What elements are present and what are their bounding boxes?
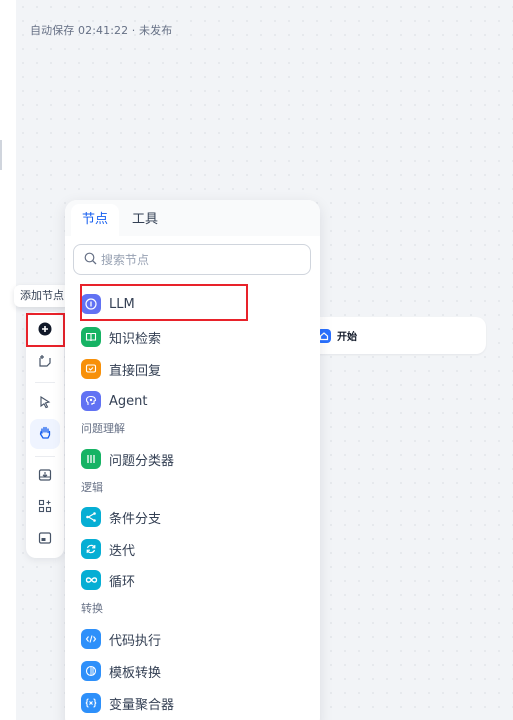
node-item-label: 问题分类器 (109, 453, 175, 469)
add-node-highlight (26, 313, 65, 347)
toolbar-divider (35, 456, 55, 457)
search-box[interactable] (73, 244, 311, 275)
node-item-label: 变量聚合器 (109, 697, 175, 713)
search-input[interactable] (101, 252, 301, 267)
tab-tools[interactable]: 工具 (123, 204, 167, 236)
node-item-knowledge-retrieval[interactable]: 知识检索 (81, 324, 301, 350)
add-node-tooltip: 添加节点 (14, 285, 70, 307)
panel-tabs: 节点 工具 (65, 200, 320, 236)
node-item-iteration[interactable]: 迭代 (81, 536, 301, 562)
node-item-template-transform[interactable]: 模板转换 (81, 658, 301, 684)
node-item-label: 循环 (109, 574, 136, 590)
node-item-label: 代码执行 (109, 633, 162, 649)
hand-mode-button[interactable] (30, 419, 60, 449)
llm-item-highlight (80, 284, 248, 321)
node-item-if-else[interactable]: 条件分支 (81, 504, 301, 530)
knowledge-icon (81, 327, 101, 347)
section-logic: 逻辑 (81, 481, 103, 494)
iteration-icon (81, 539, 101, 559)
minimap-button[interactable] (30, 524, 60, 554)
export-image-button[interactable] (30, 461, 60, 491)
cursor-icon (38, 394, 52, 413)
left-sidebar-edge (0, 0, 16, 720)
add-note-button[interactable] (30, 347, 60, 377)
node-item-variable-aggregator[interactable]: 变量聚合器 (81, 690, 301, 716)
hand-icon (38, 425, 53, 444)
node-item-label: 模板转换 (109, 665, 162, 681)
add-node-panel: 节点 工具 LLM 知识检索 直接回复 Agent 问题理解 (65, 200, 320, 720)
grid-icon (38, 498, 52, 517)
section-question-understanding: 问题理解 (81, 422, 125, 435)
node-item-label: 条件分支 (109, 511, 162, 527)
section-transform: 转换 (81, 602, 103, 615)
node-item-code[interactable]: 代码执行 (81, 626, 301, 652)
search-icon (84, 250, 97, 269)
node-item-loop[interactable]: 循环 (81, 567, 301, 593)
node-item-agent[interactable]: Agent (81, 388, 301, 414)
branch-icon (81, 507, 101, 527)
minimap-icon (38, 530, 52, 549)
variable-aggregator-icon (81, 693, 101, 713)
classifier-icon (81, 449, 101, 469)
tab-nodes[interactable]: 节点 (71, 204, 119, 236)
toolbar-divider (35, 382, 55, 383)
sidebar-edge-mark (0, 140, 2, 170)
code-icon (81, 629, 101, 649)
loop-icon (81, 570, 101, 590)
template-icon (81, 661, 101, 681)
start-node[interactable]: 开始 (305, 317, 486, 354)
organize-nodes-button[interactable] (30, 492, 60, 522)
start-node-label: 开始 (337, 332, 357, 343)
node-item-label: 直接回复 (109, 363, 162, 379)
node-item-label: Agent (109, 393, 148, 409)
node-item-label: 知识检索 (109, 331, 162, 347)
autosave-status: 自动保存 02:41:22 · 未发布 (30, 24, 173, 37)
canvas-toolbar (26, 312, 64, 558)
reply-icon (81, 359, 101, 379)
export-image-icon (38, 467, 52, 486)
pointer-mode-button[interactable] (30, 388, 60, 418)
node-item-direct-reply[interactable]: 直接回复 (81, 356, 301, 382)
note-icon (38, 353, 52, 372)
agent-icon (81, 391, 101, 411)
node-item-question-classifier[interactable]: 问题分类器 (81, 446, 301, 472)
node-item-label: 迭代 (109, 543, 136, 559)
